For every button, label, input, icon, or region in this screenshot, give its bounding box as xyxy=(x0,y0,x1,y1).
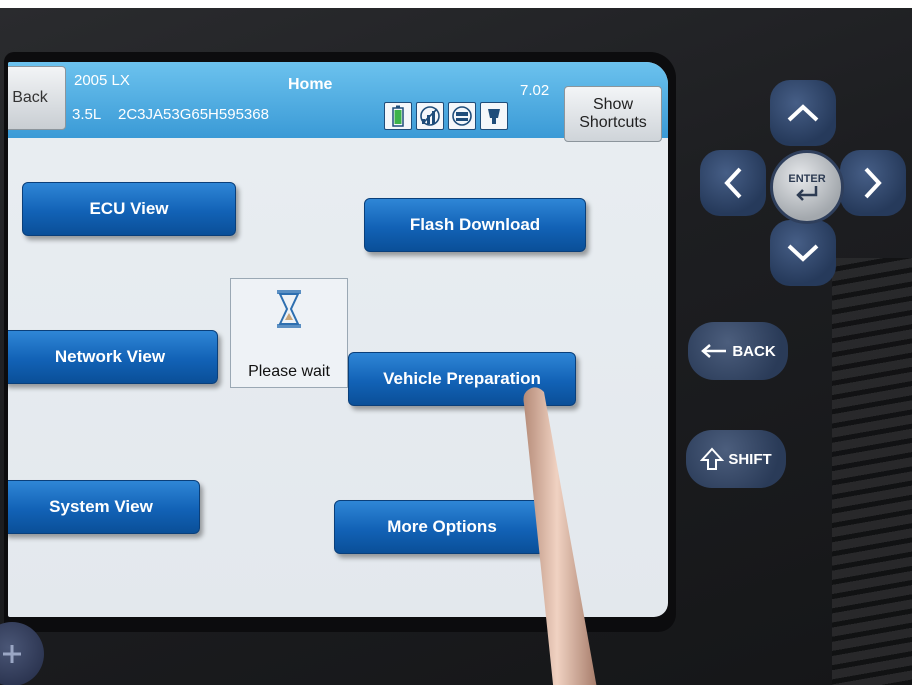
dpad-right-button[interactable] xyxy=(840,150,906,216)
please-wait-label: Please wait xyxy=(248,363,330,380)
chevron-down-icon xyxy=(787,244,819,262)
system-view-button[interactable]: System View xyxy=(8,480,200,534)
chevron-left-icon xyxy=(724,167,742,199)
stylus-pointer xyxy=(523,387,597,685)
enter-button[interactable]: ENTER xyxy=(770,150,844,224)
chevron-right-icon xyxy=(864,167,882,199)
enter-label: ENTER xyxy=(788,173,826,185)
ecu-view-label: ECU View xyxy=(89,199,169,218)
status-icon-tray xyxy=(384,102,508,130)
hardware-back-button[interactable]: BACK xyxy=(688,322,788,380)
hourglass-icon xyxy=(273,289,305,334)
dpad-left-button[interactable] xyxy=(700,150,766,216)
shift-button[interactable]: SHIFT xyxy=(686,430,786,488)
vehicle-engine: 3.5L xyxy=(72,106,102,123)
software-version: 7.02 xyxy=(520,82,550,99)
hardware-back-label: BACK xyxy=(732,342,776,360)
vehicle-year-model: 2005 LX xyxy=(74,72,130,89)
shift-label: SHIFT xyxy=(728,450,772,468)
shift-arrow-icon xyxy=(700,447,725,470)
network-icon xyxy=(448,102,476,130)
vehicle-vin: 2C3JA53G65H595368 xyxy=(118,106,269,123)
flash-download-button[interactable]: Flash Download xyxy=(364,198,586,252)
flash-download-label: Flash Download xyxy=(409,215,541,234)
show-shortcuts-label: Show Shortcuts xyxy=(579,96,647,131)
return-arrow-icon xyxy=(796,186,818,201)
connector-icon xyxy=(480,102,508,130)
network-view-button[interactable]: Network View xyxy=(8,330,218,384)
screen-back-label: Back xyxy=(12,89,48,106)
signal-chart-icon xyxy=(416,102,444,130)
ecu-view-button[interactable]: ECU View xyxy=(22,182,236,236)
arrow-left-icon xyxy=(701,344,727,358)
system-view-label: System View xyxy=(49,497,153,516)
please-wait-dialog: Please wait xyxy=(230,278,348,388)
scan-tool-device: Back 2005 LX 3.5L 2C3JA53G65H595368 Home… xyxy=(0,8,912,685)
plus-icon xyxy=(3,645,21,663)
page-title: Home xyxy=(288,76,333,93)
device-grip-ridges xyxy=(832,258,912,685)
network-view-label: Network View xyxy=(54,347,166,366)
screen-back-button[interactable]: Back xyxy=(8,66,66,130)
dpad-up-button[interactable] xyxy=(770,80,836,146)
more-options-label: More Options xyxy=(387,517,497,536)
vehicle-header-bar: Back 2005 LX 3.5L 2C3JA53G65H595368 Home… xyxy=(8,62,668,142)
battery-icon xyxy=(384,102,412,130)
chevron-up-icon xyxy=(787,104,819,122)
show-shortcuts-button[interactable]: Show Shortcuts xyxy=(564,86,662,142)
dpad-down-button[interactable] xyxy=(770,220,836,286)
